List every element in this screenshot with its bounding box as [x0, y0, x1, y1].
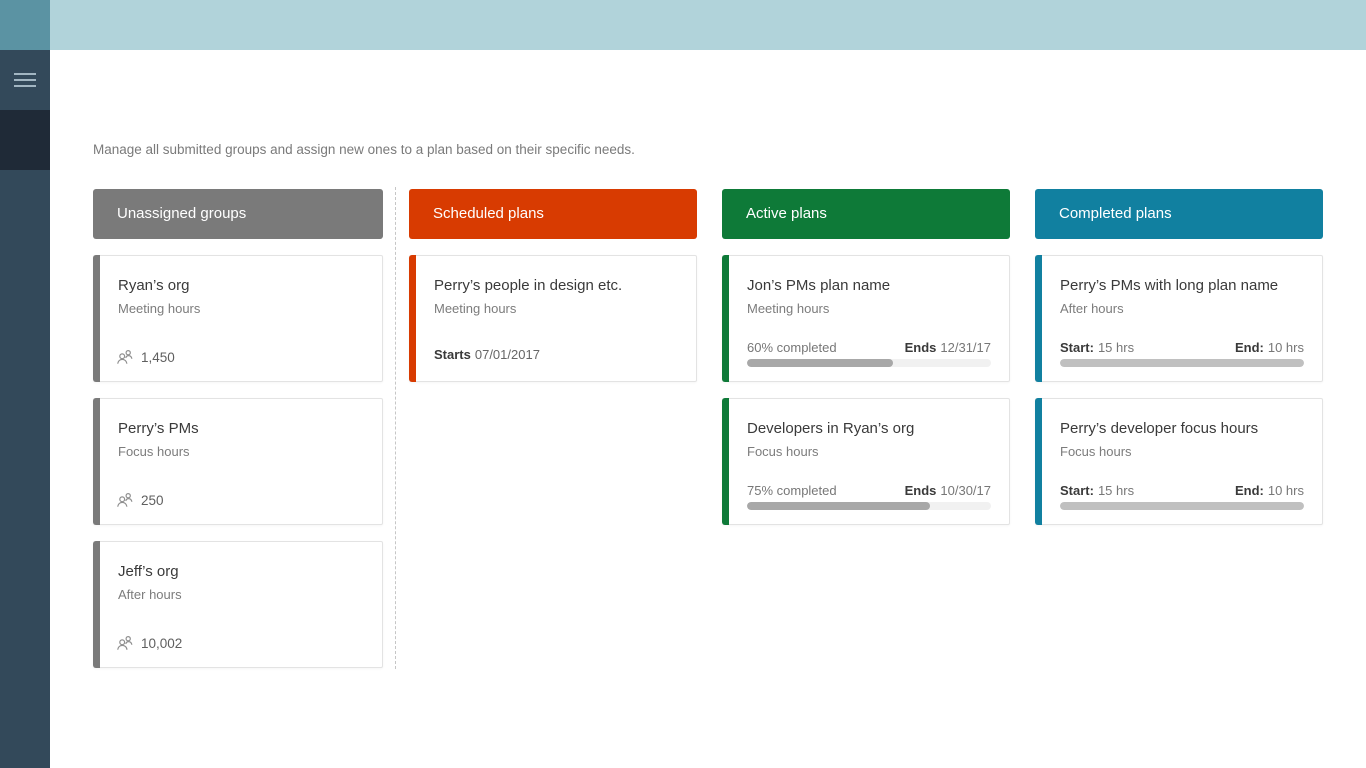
- end-hours: End: 10 hrs: [1234, 483, 1304, 498]
- progress-meta-row: 75% completed Ends 10/30/17: [747, 483, 991, 498]
- people-icon: [116, 349, 134, 365]
- end-hours: End: 10 hrs: [1234, 340, 1304, 355]
- card-accent-bar: [93, 541, 100, 668]
- plan-card[interactable]: Developers in Ryan’s org Focus hours 75%…: [722, 398, 1010, 525]
- column-header-unassigned-groups[interactable]: Unassigned groups: [93, 189, 383, 239]
- end-date: Ends 10/30/17: [904, 483, 991, 498]
- card-subtitle: Focus hours: [118, 444, 190, 459]
- board-column-completed-plans: Completed plans Perry’s PMs with long pl…: [1035, 189, 1323, 525]
- card-accent-bar: [93, 255, 100, 382]
- progress-bar-fill: [747, 359, 894, 367]
- member-count: 1,450: [141, 349, 175, 365]
- column-header-scheduled-plans[interactable]: Scheduled plans: [409, 189, 697, 239]
- page-description: Manage all submitted groups and assign n…: [93, 142, 635, 157]
- card-subtitle: After hours: [1060, 301, 1124, 316]
- progress-bar-track: [1060, 359, 1304, 367]
- card-subtitle: Focus hours: [1060, 444, 1132, 459]
- end-label: End:: [1234, 483, 1264, 498]
- sidebar-item-selected[interactable]: [0, 110, 50, 170]
- progress-bar-track: [1060, 502, 1304, 510]
- card-title: Perry’s PMs with long plan name: [1060, 277, 1279, 294]
- hours-meta-row: Start: 15 hrs End: 10 hrs: [1060, 340, 1304, 355]
- plan-card[interactable]: Perry’s people in design etc. Meeting ho…: [409, 255, 697, 382]
- start-date-row: Starts 07/01/2017: [434, 347, 540, 362]
- card-accent-bar: [93, 398, 100, 525]
- card-subtitle: After hours: [118, 587, 182, 602]
- column-header-active-plans[interactable]: Active plans: [722, 189, 1010, 239]
- menu-button[interactable]: [0, 60, 50, 100]
- plan-card[interactable]: Perry’s developer focus hours Focus hour…: [1035, 398, 1323, 525]
- group-card[interactable]: Ryan’s org Meeting hours 1,450: [93, 255, 383, 382]
- card-accent-bar: [409, 255, 416, 382]
- card-accent-bar: [722, 398, 729, 525]
- column-title: Unassigned groups: [117, 205, 247, 222]
- card-title: Perry’s PMs: [118, 420, 199, 437]
- people-icon: [116, 635, 134, 651]
- column-divider-dashed: [395, 187, 396, 669]
- card-title: Ryan’s org: [118, 277, 190, 294]
- board-column-active-plans: Active plans Jon’s PMs plan name Meeting…: [722, 189, 1010, 525]
- card-subtitle: Meeting hours: [118, 301, 201, 316]
- progress-label: 75% completed: [747, 483, 837, 498]
- card-accent-bar: [1035, 255, 1042, 382]
- ends-label: Ends: [904, 340, 937, 355]
- app-logo-tile: [0, 0, 50, 50]
- top-header-bar: [50, 0, 1366, 50]
- plan-card[interactable]: Perry’s PMs with long plan name After ho…: [1035, 255, 1323, 382]
- column-title: Completed plans: [1059, 205, 1172, 222]
- board-column-scheduled-plans: Scheduled plans Perry’s people in design…: [409, 189, 697, 382]
- hours-meta-row: Start: 15 hrs End: 10 hrs: [1060, 483, 1304, 498]
- column-header-completed-plans[interactable]: Completed plans: [1035, 189, 1323, 239]
- start-hours: Start: 15 hrs: [1060, 340, 1135, 355]
- start-label: Start:: [1060, 340, 1094, 355]
- member-count-row: 1,450: [116, 349, 175, 365]
- card-title: Perry’s developer focus hours: [1060, 420, 1259, 437]
- end-date: Ends 12/31/17: [904, 340, 991, 355]
- progress-bar-track: [747, 359, 991, 367]
- plan-card[interactable]: Jon’s PMs plan name Meeting hours 60% co…: [722, 255, 1010, 382]
- card-title: Perry’s people in design etc.: [434, 277, 623, 294]
- group-card[interactable]: Jeff’s org After hours 10,002: [93, 541, 383, 668]
- group-card[interactable]: Perry’s PMs Focus hours 250: [93, 398, 383, 525]
- column-title: Scheduled plans: [433, 205, 544, 222]
- member-count-row: 250: [116, 492, 164, 508]
- progress-bar-track: [747, 502, 991, 510]
- member-count-row: 10,002: [116, 635, 182, 651]
- starts-date: 07/01/2017: [474, 347, 540, 362]
- start-label: Start:: [1060, 483, 1094, 498]
- card-accent-bar: [722, 255, 729, 382]
- progress-bar-fill: [1060, 359, 1304, 367]
- progress-meta-row: 60% completed Ends 12/31/17: [747, 340, 991, 355]
- progress-label: 60% completed: [747, 340, 837, 355]
- column-title: Active plans: [746, 205, 827, 222]
- ends-label: Ends: [904, 483, 937, 498]
- left-nav-sidebar: [0, 50, 50, 768]
- card-subtitle: Meeting hours: [747, 301, 830, 316]
- card-subtitle: Focus hours: [747, 444, 819, 459]
- card-title: Jeff’s org: [118, 563, 179, 580]
- board-column-unassigned-groups: Unassigned groups Ryan’s org Meeting hou…: [93, 189, 383, 668]
- member-count: 10,002: [141, 635, 183, 651]
- starts-label: Starts: [434, 347, 471, 362]
- start-hours: Start: 15 hrs: [1060, 483, 1135, 498]
- end-label: End:: [1234, 340, 1264, 355]
- card-subtitle: Meeting hours: [434, 301, 517, 316]
- card-title: Jon’s PMs plan name: [747, 277, 891, 294]
- progress-bar-fill: [747, 502, 930, 510]
- member-count: 250: [141, 492, 164, 508]
- card-accent-bar: [1035, 398, 1042, 525]
- progress-bar-fill: [1060, 502, 1304, 510]
- hamburger-menu-icon: [14, 73, 36, 87]
- people-icon: [116, 492, 134, 508]
- card-title: Developers in Ryan’s org: [747, 420, 915, 437]
